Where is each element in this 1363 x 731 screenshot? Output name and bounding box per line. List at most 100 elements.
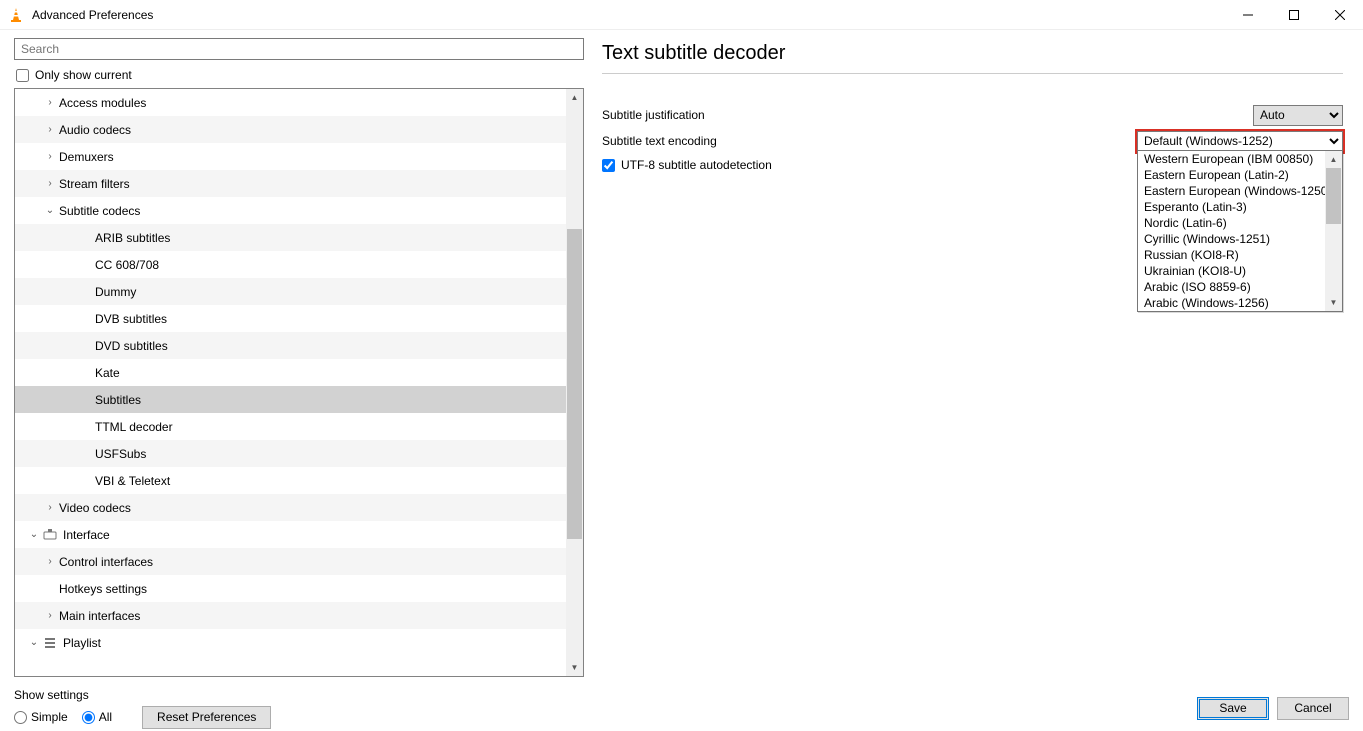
tree-item-label: Dummy: [95, 285, 136, 299]
encoding-select[interactable]: Default (Windows-1252): [1137, 131, 1343, 152]
chevron-right-icon[interactable]: ›: [41, 151, 59, 162]
tree-item[interactable]: ›Audio codecs: [15, 116, 566, 143]
dropdown-scroll-up-icon[interactable]: ▲: [1325, 151, 1342, 168]
tree-scroll-thumb[interactable]: [567, 229, 582, 539]
tree-item[interactable]: ›Control interfaces: [15, 548, 566, 575]
tree-item[interactable]: ›Stream filters: [15, 170, 566, 197]
tree-item[interactable]: DVD subtitles: [15, 332, 566, 359]
tree-item-label: ARIB subtitles: [95, 231, 170, 245]
tree-item[interactable]: Kate: [15, 359, 566, 386]
interface-icon: [43, 528, 63, 542]
left-panel: Only show current ▲ ▼ ›Access modules›Au…: [0, 30, 588, 685]
tree-item[interactable]: ⌄ Interface: [15, 521, 566, 548]
tree-item-label: DVB subtitles: [95, 312, 167, 326]
vlc-icon: [8, 7, 24, 23]
only-show-current-checkbox[interactable]: [16, 69, 29, 82]
right-panel: Text subtitle decoder Subtitle justifica…: [588, 30, 1363, 685]
dropdown-item[interactable]: Cyrillic (Windows-1251): [1138, 231, 1325, 247]
minimize-button[interactable]: [1225, 0, 1271, 30]
chevron-right-icon[interactable]: ›: [41, 610, 59, 621]
chevron-down-icon[interactable]: ⌄: [25, 529, 43, 540]
dropdown-scroll-thumb[interactable]: [1326, 168, 1341, 224]
tree-item-label: Playlist: [63, 636, 101, 650]
tree-scroll-up-icon[interactable]: ▲: [566, 89, 583, 106]
titlebar: Advanced Preferences: [0, 0, 1363, 30]
tree-item-label: Stream filters: [59, 177, 130, 191]
cancel-button[interactable]: Cancel: [1277, 697, 1349, 720]
search-input[interactable]: [14, 38, 584, 60]
all-radio[interactable]: [82, 711, 95, 724]
tree-item[interactable]: ›Demuxers: [15, 143, 566, 170]
chevron-right-icon[interactable]: ›: [41, 97, 59, 108]
dropdown-item[interactable]: Arabic (Windows-1256): [1138, 295, 1325, 311]
tree-item[interactable]: ARIB subtitles: [15, 224, 566, 251]
only-show-current-label: Only show current: [35, 68, 132, 82]
tree-item-label: Subtitle codecs: [59, 204, 140, 218]
close-button[interactable]: [1317, 0, 1363, 30]
show-settings-group: Show settings Simple All Reset Preferenc…: [14, 688, 271, 729]
save-button[interactable]: Save: [1197, 697, 1269, 720]
dropdown-item[interactable]: Nordic (Latin-6): [1138, 215, 1325, 231]
tree-item-label: Main interfaces: [59, 609, 140, 623]
dropdown-item[interactable]: Arabic (ISO 8859-6): [1138, 279, 1325, 295]
dropdown-item[interactable]: Western European (IBM 00850): [1138, 151, 1325, 167]
maximize-button[interactable]: [1271, 0, 1317, 30]
page-title: Text subtitle decoder: [602, 42, 1343, 65]
all-radio-row[interactable]: All: [82, 710, 112, 724]
chevron-right-icon[interactable]: ›: [41, 124, 59, 135]
window-controls: [1225, 0, 1363, 30]
tree-item[interactable]: ⌄Subtitle codecs: [15, 197, 566, 224]
tree-item[interactable]: Hotkeys settings: [15, 575, 566, 602]
chevron-right-icon[interactable]: ›: [41, 502, 59, 513]
encoding-label: Subtitle text encoding: [602, 134, 717, 148]
tree-item-label: CC 608/708: [95, 258, 159, 272]
tree-item-label: Audio codecs: [59, 123, 131, 137]
playlist-icon: [43, 636, 63, 650]
tree-item-label: Subtitles: [95, 393, 141, 407]
tree-item[interactable]: USFSubs: [15, 440, 566, 467]
simple-radio[interactable]: [14, 711, 27, 724]
chevron-right-icon[interactable]: ›: [41, 178, 59, 189]
tree-scroll-down-icon[interactable]: ▼: [566, 659, 583, 676]
justification-select[interactable]: Auto: [1253, 105, 1343, 126]
tree-item-label: TTML decoder: [95, 420, 173, 434]
dropdown-item[interactable]: Esperanto (Latin-3): [1138, 199, 1325, 215]
tree-item-label: Hotkeys settings: [59, 582, 147, 596]
reset-button[interactable]: Reset Preferences: [142, 706, 271, 729]
main-area: Only show current ▲ ▼ ›Access modules›Au…: [0, 30, 1363, 685]
justification-row: Subtitle justification Auto: [602, 102, 1343, 128]
dropdown-item[interactable]: Eastern European (Latin-2): [1138, 167, 1325, 183]
tree-item-label: VBI & Teletext: [95, 474, 170, 488]
tree-view: ▲ ▼ ›Access modules›Audio codecs›Demuxer…: [14, 88, 584, 677]
tree-item[interactable]: TTML decoder: [15, 413, 566, 440]
dropdown-scroll-down-icon[interactable]: ▼: [1325, 294, 1342, 311]
tree-item[interactable]: ›Access modules: [15, 89, 566, 116]
tree-item-label: Demuxers: [59, 150, 114, 164]
tree-item[interactable]: VBI & Teletext: [15, 467, 566, 494]
tree-item[interactable]: CC 608/708: [15, 251, 566, 278]
tree-item[interactable]: Subtitles: [15, 386, 566, 413]
simple-radio-row[interactable]: Simple: [14, 710, 68, 724]
dropdown-item[interactable]: Russian (KOI8-R): [1138, 247, 1325, 263]
tree-item[interactable]: ›Video codecs: [15, 494, 566, 521]
utf8-autodetect-label: UTF-8 subtitle autodetection: [621, 158, 772, 172]
title-separator: [602, 73, 1343, 74]
tree-item[interactable]: ›Main interfaces: [15, 602, 566, 629]
tree-item[interactable]: ⌄ Playlist: [15, 629, 566, 656]
tree-item-label: Control interfaces: [59, 555, 153, 569]
chevron-down-icon[interactable]: ⌄: [25, 637, 43, 648]
show-settings-label: Show settings: [14, 688, 271, 702]
chevron-down-icon[interactable]: ⌄: [41, 205, 59, 216]
window-title: Advanced Preferences: [32, 8, 153, 22]
tree-item[interactable]: DVB subtitles: [15, 305, 566, 332]
tree-item-label: Interface: [63, 528, 110, 542]
only-show-current-row[interactable]: Only show current: [16, 68, 586, 82]
dropdown-item[interactable]: Eastern European (Windows-1250): [1138, 183, 1325, 199]
encoding-dropdown[interactable]: Western European (IBM 00850)Eastern Euro…: [1137, 150, 1343, 312]
tree-item-label: Kate: [95, 366, 120, 380]
tree-item[interactable]: Dummy: [15, 278, 566, 305]
chevron-right-icon[interactable]: ›: [41, 556, 59, 567]
dropdown-item[interactable]: Ukrainian (KOI8-U): [1138, 263, 1325, 279]
tree-item-label: Video codecs: [59, 501, 131, 515]
utf8-autodetect-checkbox[interactable]: [602, 159, 615, 172]
